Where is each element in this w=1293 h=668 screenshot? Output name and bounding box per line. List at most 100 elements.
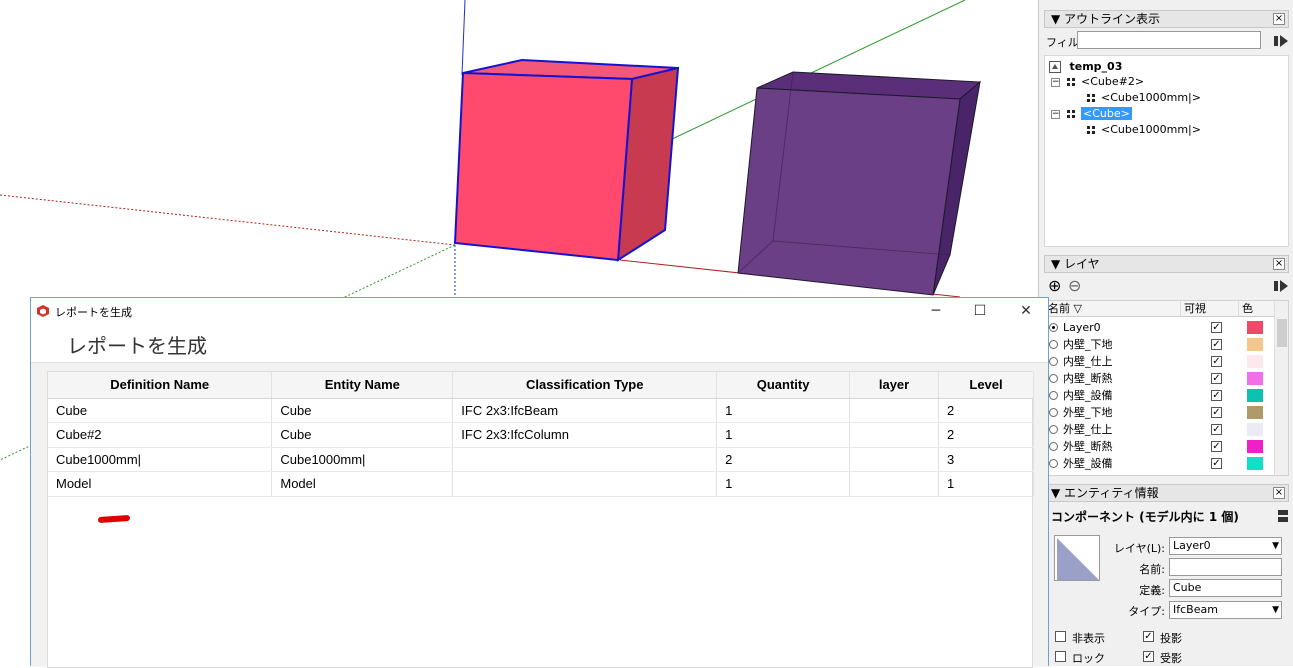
receive-shadows-checkbox[interactable]: ✓ <box>1143 651 1154 662</box>
table-cell <box>849 447 940 472</box>
layer-row[interactable]: 外壁_設備 ✓ <box>1045 455 1275 472</box>
table-row[interactable]: Model Model 1 1 <box>48 471 1034 497</box>
col-color-header[interactable]: 色 <box>1239 301 1275 317</box>
col-layer[interactable]: layer <box>849 372 940 399</box>
layer-name: 外壁_断熱 <box>1063 440 1113 453</box>
entity-info-close-icon[interactable]: × <box>1273 487 1285 499</box>
default-tray: ▼ アウトライン表示 × フィル temp_03 − <Cube#2> <Cub… <box>1038 0 1293 666</box>
layer-row[interactable]: 内壁_断熱 ✓ <box>1045 370 1275 387</box>
outliner-header[interactable]: ▼ アウトライン表示 × <box>1044 10 1289 28</box>
active-layer-radio[interactable] <box>1049 442 1058 451</box>
name-field[interactable] <box>1169 558 1282 576</box>
type-select[interactable]: IfcBeam ▼ <box>1169 601 1282 619</box>
dialog-title: レポートを生成 <box>55 306 132 319</box>
col-definition-name[interactable]: Definition Name <box>48 372 273 399</box>
table-cell <box>849 471 940 497</box>
active-layer-radio[interactable] <box>1049 340 1058 349</box>
active-layer-radio[interactable] <box>1049 425 1058 434</box>
layer-color-swatch[interactable] <box>1247 389 1263 402</box>
layer-row[interactable]: 外壁_断熱 ✓ <box>1045 438 1275 455</box>
chevron-down-icon: ▼ <box>1272 605 1279 615</box>
visible-checkbox[interactable]: ✓ <box>1211 339 1222 350</box>
entity-info-header[interactable]: ▼ エンティティ情報 × <box>1044 484 1289 502</box>
active-layer-radio[interactable] <box>1049 374 1058 383</box>
col-classification-type[interactable]: Classification Type <box>452 372 718 399</box>
active-layer-radio[interactable] <box>1049 408 1058 417</box>
active-layer-radio[interactable] <box>1049 323 1058 332</box>
visible-checkbox[interactable]: ✓ <box>1211 356 1222 367</box>
lock-checkbox[interactable] <box>1055 651 1066 662</box>
name-label: 名前: <box>1139 563 1165 576</box>
maximize-icon[interactable]: ☐ <box>965 301 995 321</box>
add-layer-icon[interactable]: ⊕ <box>1048 276 1061 295</box>
visible-checkbox[interactable]: ✓ <box>1211 407 1222 418</box>
active-layer-radio[interactable] <box>1049 459 1058 468</box>
table-cell: Model <box>271 471 454 497</box>
layer-row[interactable]: Layer0 ✓ <box>1045 319 1275 336</box>
dialog-titlebar[interactable]: レポートを生成 ─ ☐ ✕ <box>31 298 1048 325</box>
tree-root[interactable]: temp_03 <box>1049 59 1122 75</box>
layer-color-swatch[interactable] <box>1247 406 1263 419</box>
layer-color-swatch[interactable] <box>1247 457 1263 470</box>
col-visible-header[interactable]: 可視 <box>1181 301 1239 317</box>
col-entity-name[interactable]: Entity Name <box>271 372 454 399</box>
tree-item-cube1000-b[interactable]: <Cube1000mm|> <box>1087 122 1201 138</box>
layers-header[interactable]: ▼ レイヤ × <box>1044 255 1289 273</box>
definition-field[interactable]: Cube <box>1169 579 1282 597</box>
visible-checkbox[interactable]: ✓ <box>1211 390 1222 401</box>
outliner-details-icon[interactable] <box>1273 33 1289 49</box>
active-layer-radio[interactable] <box>1049 357 1058 366</box>
layer-row[interactable]: 外壁_下地 ✓ <box>1045 404 1275 421</box>
entity-summary: コンポーネント (モデル内に 1 個) <box>1051 510 1239 524</box>
layer-color-swatch[interactable] <box>1247 338 1263 351</box>
layer-color-swatch[interactable] <box>1247 372 1263 385</box>
filter-input[interactable] <box>1077 31 1261 49</box>
outliner-close-icon[interactable]: × <box>1273 13 1285 25</box>
layer-color-swatch[interactable] <box>1247 440 1263 453</box>
cast-shadows-checkbox[interactable]: ✓ <box>1143 631 1154 642</box>
layer-color-swatch[interactable] <box>1247 355 1263 368</box>
close-icon[interactable]: ✕ <box>1011 301 1041 321</box>
purple-cube <box>737 71 982 296</box>
tree-item-cube[interactable]: <Cube> <box>1067 106 1132 122</box>
table-row[interactable]: Cube#2 Cube IFC 2x3:IfcColumn 1 2 <box>48 422 1034 448</box>
minimize-icon[interactable]: ─ <box>921 301 951 321</box>
visible-checkbox[interactable]: ✓ <box>1211 458 1222 469</box>
layer-color-swatch[interactable] <box>1247 321 1263 334</box>
component-icon <box>1087 94 1095 102</box>
visible-checkbox[interactable]: ✓ <box>1211 424 1222 435</box>
layer-color-swatch[interactable] <box>1247 423 1263 436</box>
table-cell: Cube1000mm| <box>271 447 454 472</box>
active-layer-radio[interactable] <box>1049 391 1058 400</box>
layer-row[interactable]: 内壁_仕上 ✓ <box>1045 353 1275 370</box>
visible-checkbox[interactable]: ✓ <box>1211 441 1222 452</box>
layer-select[interactable]: Layer0 ▼ <box>1169 537 1282 555</box>
table-row[interactable]: Cube1000mm| Cube1000mm| 2 3 <box>48 447 1034 472</box>
layers-details-icon[interactable] <box>1273 278 1289 294</box>
visible-checkbox[interactable]: ✓ <box>1211 322 1222 333</box>
entity-toggle-icon[interactable] <box>1275 508 1291 524</box>
lock-label: ロック <box>1072 652 1105 665</box>
visible-checkbox[interactable]: ✓ <box>1211 373 1222 384</box>
layer-row[interactable]: 内壁_設備 ✓ <box>1045 387 1275 404</box>
col-level[interactable]: Level <box>938 372 1034 399</box>
col-quantity[interactable]: Quantity <box>716 372 851 399</box>
tree-item-cube1000-a[interactable]: <Cube1000mm|> <box>1087 90 1201 106</box>
table-cell: 3 <box>938 447 1034 472</box>
collapse-icon[interactable]: − <box>1051 110 1060 119</box>
table-row[interactable]: Cube Cube IFC 2x3:IfcBeam 1 2 <box>48 398 1034 423</box>
layer-row[interactable]: 外壁_仕上 ✓ <box>1045 421 1275 438</box>
hidden-checkbox[interactable] <box>1055 631 1066 642</box>
type-label: タイプ: <box>1128 605 1165 618</box>
remove-layer-icon[interactable]: ⊖ <box>1068 276 1081 295</box>
cast-shadows-label: 投影 <box>1160 632 1182 645</box>
collapse-icon[interactable]: − <box>1051 78 1060 87</box>
layer-row[interactable]: 内壁_下地 ✓ <box>1045 336 1275 353</box>
table-cell: Cube <box>48 398 273 423</box>
col-name-header[interactable]: 名前 ▽ <box>1045 301 1181 317</box>
tree-item-cube2[interactable]: <Cube#2> <box>1067 74 1144 90</box>
table-cell: 2 <box>716 447 851 472</box>
layers-close-icon[interactable]: × <box>1273 258 1285 270</box>
layers-scrollbar[interactable] <box>1274 301 1288 475</box>
scrollbar-thumb[interactable] <box>1277 319 1287 347</box>
